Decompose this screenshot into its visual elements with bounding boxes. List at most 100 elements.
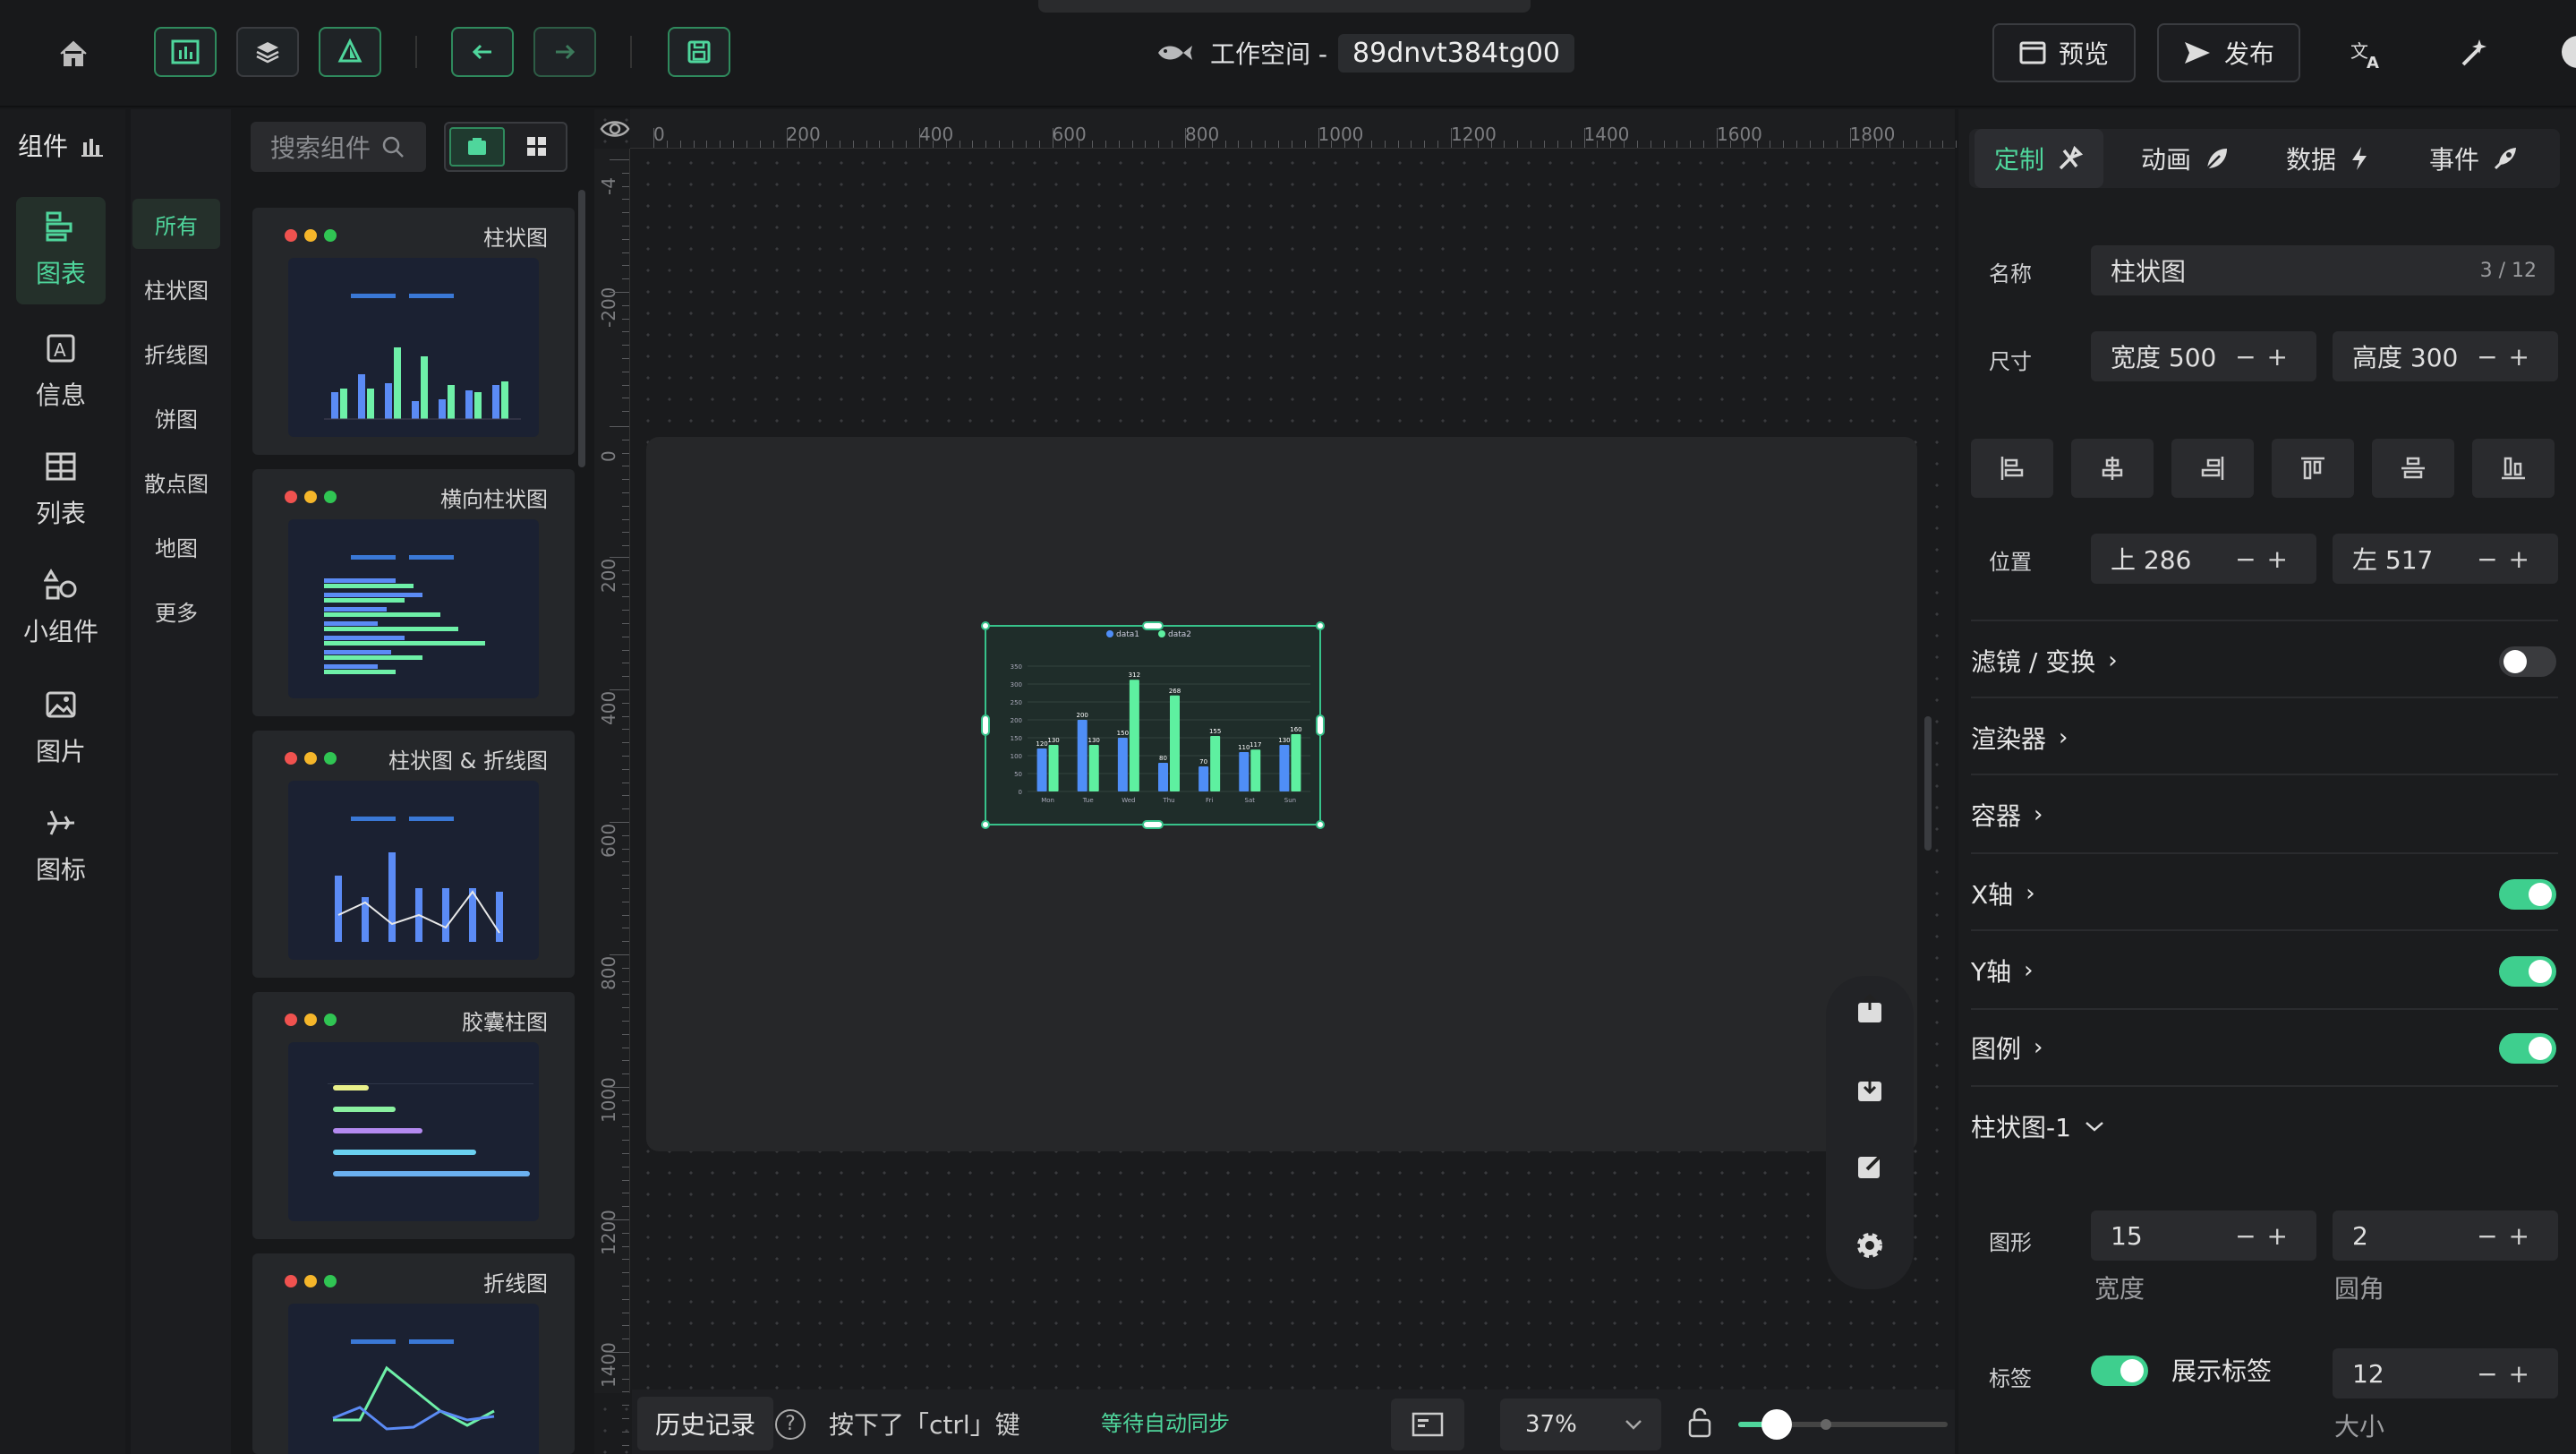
resize-handle[interactable] <box>1142 820 1164 829</box>
left-position-input[interactable]: 左 517 −+ <box>2333 534 2558 584</box>
undo-button[interactable] <box>451 27 514 77</box>
section-series-bar-1[interactable]: 柱状图-1 <box>1971 1108 2105 1144</box>
section-renderer[interactable]: 渲染器 › <box>1971 720 2068 756</box>
details-panel-toggle-button[interactable] <box>319 27 381 77</box>
y-axis-toggle[interactable] <box>2499 956 2556 987</box>
category-images[interactable]: 图片 <box>16 688 106 768</box>
subcategory-scatter[interactable]: 散点图 <box>132 457 220 507</box>
canvas-vertical-scrollbar[interactable] <box>1924 716 1932 851</box>
resize-handle[interactable] <box>1142 621 1164 630</box>
eye-icon[interactable] <box>600 115 630 143</box>
resize-handle[interactable] <box>1316 714 1325 736</box>
x-axis-toggle[interactable] <box>2499 879 2556 910</box>
top-stepper[interactable]: −+ <box>2235 544 2299 574</box>
tab-events[interactable]: 事件 <box>2429 129 2519 188</box>
legend-toggle[interactable] <box>2499 1033 2556 1064</box>
component-search-input[interactable]: 搜索组件 <box>251 122 426 172</box>
width-input[interactable]: 宽度 500 −+ <box>2091 331 2316 381</box>
export-icon[interactable] <box>1853 992 1887 1026</box>
category-charts[interactable]: 图表 <box>16 197 106 304</box>
tab-customize[interactable]: 定制 <box>1975 129 2104 188</box>
chart-panel-toggle-button[interactable] <box>154 27 217 77</box>
ruler-tick-label: 200 <box>598 558 619 593</box>
category-list[interactable]: 列表 <box>16 449 106 530</box>
top-position-input[interactable]: 上 286 −+ <box>2091 534 2316 584</box>
resize-handle[interactable] <box>1316 621 1325 630</box>
home-icon[interactable] <box>55 36 91 72</box>
section-filter-transform[interactable]: 滤镜 / 变换 › <box>1971 643 2118 679</box>
redo-button[interactable] <box>533 27 596 77</box>
section-container[interactable]: 容器 › <box>1971 797 2043 833</box>
help-icon[interactable]: ? <box>775 1409 806 1440</box>
filter-toggle[interactable] <box>2499 646 2556 677</box>
bar-width-input[interactable]: 15 −+ <box>2091 1210 2316 1261</box>
workspace-id[interactable]: 89dnvt384tg00 <box>1338 33 1575 73</box>
ruler-tick-label: 1000 <box>1318 124 1364 145</box>
bar-radius-stepper[interactable]: −+ <box>2477 1221 2540 1251</box>
resize-handle[interactable] <box>981 820 990 829</box>
resize-handle[interactable] <box>981 621 990 630</box>
subcategory-more[interactable]: 更多 <box>132 586 220 636</box>
zoom-slider[interactable] <box>1738 1409 1948 1440</box>
tab-animation[interactable]: 动画 <box>2141 129 2231 188</box>
height-input[interactable]: 高度 300 −+ <box>2333 331 2558 381</box>
lock-icon[interactable] <box>1686 1406 1713 1438</box>
component-list-scrollbar[interactable] <box>578 190 585 467</box>
import-icon[interactable] <box>1853 1071 1887 1105</box>
component-name-input[interactable]: 柱状图 3 / 12 <box>2091 245 2555 295</box>
category-icons[interactable]: 图标 <box>16 806 106 886</box>
save-button[interactable] <box>668 27 730 77</box>
save-icon <box>687 40 711 64</box>
magic-wand-icon[interactable] <box>2456 36 2492 72</box>
bar-width-stepper[interactable]: −+ <box>2235 1221 2299 1251</box>
section-x-axis[interactable]: X轴 › <box>1971 876 2035 911</box>
subcategory-all[interactable]: 所有 <box>132 199 220 249</box>
section-y-axis[interactable]: Y轴 › <box>1971 953 2034 988</box>
settings-gear-icon[interactable] <box>1853 1228 1887 1262</box>
section-legend[interactable]: 图例 › <box>1971 1030 2043 1065</box>
align-center-h-button[interactable] <box>2071 439 2154 498</box>
edit-icon[interactable] <box>1853 1150 1887 1184</box>
subcategory-line[interactable]: 折线图 <box>132 328 220 378</box>
subcategory-bar[interactable]: 柱状图 <box>132 263 220 313</box>
component-card-capsule-bar[interactable]: 胶囊柱图 <box>252 992 575 1239</box>
align-bottom-button[interactable] <box>2472 439 2555 498</box>
left-stepper[interactable]: −+ <box>2477 544 2540 574</box>
align-middle-button[interactable] <box>2372 439 2454 498</box>
component-card-horizontal-bar[interactable]: 横向柱状图 <box>252 469 575 716</box>
zoom-select[interactable]: 37% <box>1500 1398 1661 1450</box>
align-right-button[interactable] <box>2171 439 2254 498</box>
table-icon <box>46 452 76 481</box>
layers-button[interactable] <box>236 27 299 77</box>
category-info[interactable]: A 信息 <box>16 331 106 412</box>
selected-bar-chart-component[interactable]: 0 50 100 150 200 250 300 350 120 130 Mon 200 130 Tue 1… <box>985 625 1321 825</box>
show-label-toggle[interactable] <box>2091 1356 2148 1386</box>
grid-view-button[interactable] <box>510 127 564 167</box>
rocket-icon <box>2494 148 2517 170</box>
align-top-button[interactable] <box>2272 439 2354 498</box>
legend-marker <box>1158 630 1165 637</box>
translate-icon[interactable]: 文A <box>2349 36 2384 73</box>
tab-data[interactable]: 数据 <box>2286 129 2370 188</box>
preview-button[interactable]: 预览 <box>1992 23 2136 82</box>
label-size-input[interactable]: 12 −+ <box>2333 1348 2558 1398</box>
component-card-bar-line[interactable]: 柱状图 & 折线图 <box>252 731 575 978</box>
subcategory-pie[interactable]: 饼图 <box>132 392 220 442</box>
zoom-slider-thumb[interactable] <box>1761 1409 1792 1440</box>
align-left-button[interactable] <box>1971 439 2053 498</box>
resize-handle[interactable] <box>981 714 990 736</box>
height-stepper[interactable]: −+ <box>2477 342 2540 372</box>
component-card-bar[interactable]: 柱状图 <box>252 208 575 455</box>
publish-button[interactable]: 发布 <box>2157 23 2300 82</box>
theme-toggle-icon[interactable] <box>2562 36 2576 72</box>
width-stepper[interactable]: −+ <box>2235 342 2299 372</box>
minimap-button[interactable] <box>1391 1398 1464 1450</box>
subcategory-map[interactable]: 地图 <box>132 521 220 571</box>
label-size-stepper[interactable]: −+ <box>2477 1359 2540 1389</box>
resize-handle[interactable] <box>1316 820 1325 829</box>
history-button[interactable]: 历史记录 <box>637 1397 773 1450</box>
category-widgets[interactable]: 小组件 <box>16 568 106 648</box>
bar-radius-input[interactable]: 2 −+ <box>2333 1210 2558 1261</box>
single-column-view-button[interactable] <box>449 127 505 167</box>
component-card-line[interactable]: 折线图 <box>252 1253 575 1454</box>
